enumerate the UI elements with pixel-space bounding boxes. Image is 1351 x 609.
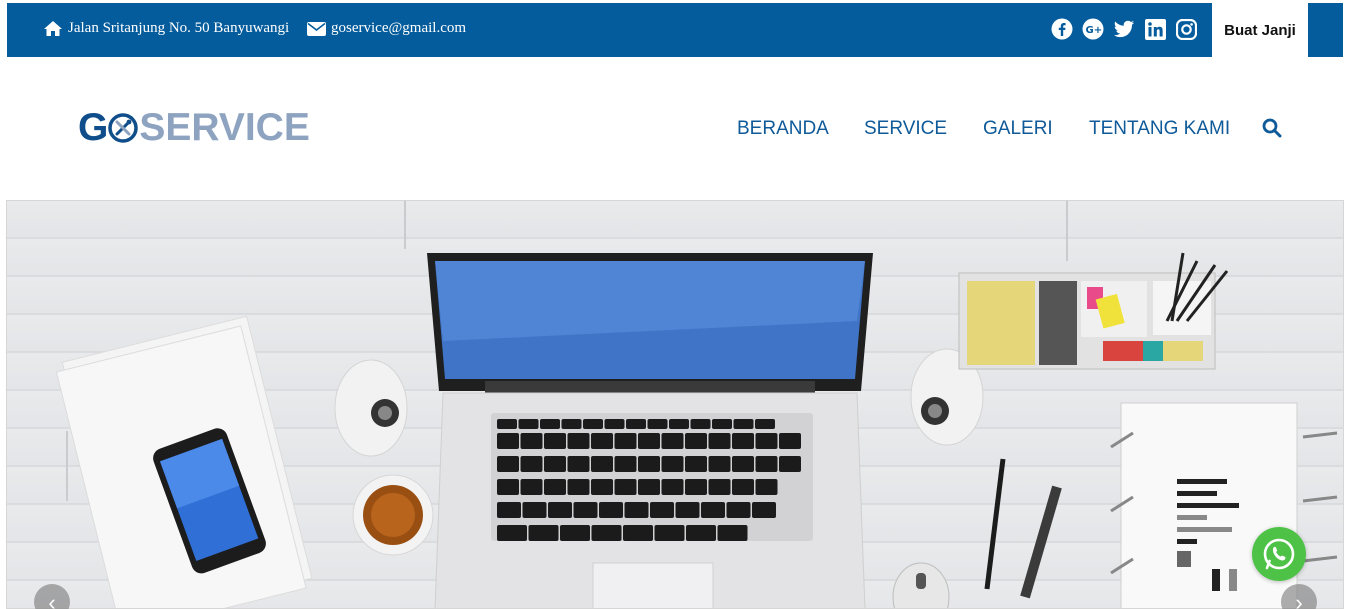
address-text: Jalan Sritanjung No. 50 Banyuwangi — [68, 20, 290, 36]
keyboard-key — [573, 502, 598, 518]
keyboard-key — [732, 456, 754, 472]
keyboard-key — [583, 419, 603, 429]
logo-letter-g: G — [78, 106, 108, 149]
whatsapp-icon — [1263, 538, 1295, 570]
keyboard-key — [497, 479, 519, 495]
keyboard-key — [675, 502, 700, 518]
whatsapp-chat-button[interactable] — [1252, 527, 1306, 581]
address-info: Jalan Sritanjung No. 50 Banyuwangi — [43, 20, 289, 37]
keyboard-key — [567, 479, 590, 495]
keyboard-key — [528, 525, 559, 541]
keyboard-key — [733, 419, 754, 429]
envelope-icon — [307, 21, 326, 36]
logo-text: SERVICE — [139, 106, 310, 149]
keyboard-key — [544, 433, 566, 449]
nav-item-galeri[interactable]: GALERI — [983, 118, 1053, 140]
keyboard-key — [497, 419, 517, 429]
keyboard-key — [669, 419, 689, 429]
keyboard-key — [591, 479, 613, 495]
nav-item-service[interactable]: SERVICE — [864, 118, 947, 140]
keyboard-key — [591, 456, 613, 472]
keyboard-key — [685, 456, 707, 472]
keyboard-key — [624, 502, 649, 518]
keyboard-key — [567, 456, 590, 472]
keyboard-key — [638, 456, 660, 472]
keyboard-key — [520, 433, 543, 449]
keyboard-key — [755, 456, 778, 472]
keyboard-key — [614, 479, 637, 495]
keyboard-key — [623, 525, 653, 541]
keyboard-key — [685, 479, 707, 495]
keyboard-key — [708, 433, 731, 449]
keyboard-key — [701, 502, 725, 518]
keyboard-key — [779, 433, 801, 449]
keyboard-key — [708, 479, 731, 495]
facebook-icon[interactable] — [1051, 18, 1073, 40]
keyboard-key — [717, 525, 748, 541]
keyboard-key — [661, 433, 684, 449]
keyboard-key — [604, 419, 625, 429]
keyboard-key — [591, 433, 613, 449]
nav-item-tentang-kami[interactable]: TENTANG KAMI — [1089, 118, 1230, 140]
keyboard-key — [522, 502, 547, 518]
top-bar: Jalan Sritanjung No. 50 Banyuwangi goser… — [7, 3, 1343, 57]
wrench-screwdriver-logo-icon — [108, 113, 139, 143]
keyboard-key — [497, 502, 521, 518]
keyboard-key — [544, 456, 566, 472]
keyboard-key — [638, 479, 660, 495]
keyboard-key — [755, 479, 778, 495]
keyboard-key — [518, 419, 539, 429]
keyboard-key — [647, 419, 668, 429]
search-icon[interactable] — [1262, 118, 1282, 138]
keyboard-key — [752, 502, 776, 518]
instagram-icon[interactable] — [1175, 18, 1197, 40]
keyboard-key — [497, 456, 519, 472]
keyboard-key — [497, 433, 519, 449]
keyboard-key — [661, 456, 684, 472]
keyboard-key — [520, 456, 543, 472]
keyboard-key — [540, 419, 560, 429]
social-links: G+ — [1051, 18, 1197, 40]
keyboard-key — [732, 479, 754, 495]
keyboard-key — [599, 502, 623, 518]
keyboard-key — [732, 433, 754, 449]
keyboard-key — [650, 502, 674, 518]
keyboard-key — [626, 419, 646, 429]
keyboard-key — [614, 456, 637, 472]
hero-image — [55, 201, 1338, 608]
keyboard-key — [712, 419, 732, 429]
keyboard-key — [638, 433, 660, 449]
keyboard-key — [497, 525, 527, 541]
keyboard-key — [591, 525, 622, 541]
keyboard-key — [690, 419, 711, 429]
make-appointment-button[interactable]: Buat Janji — [1212, 3, 1308, 57]
keyboard-key — [614, 433, 637, 449]
keyboard-key — [561, 419, 582, 429]
keyboard-key — [544, 479, 566, 495]
nav-item-beranda[interactable]: BERANDA — [737, 118, 829, 140]
keyboard-key — [708, 456, 731, 472]
linkedin-icon[interactable] — [1144, 18, 1166, 40]
keyboard-key — [686, 525, 716, 541]
svg-text:G+: G+ — [1086, 25, 1103, 36]
home-icon — [44, 21, 62, 36]
keyboard-key — [520, 479, 543, 495]
keyboard-key — [560, 525, 590, 541]
keyboard-key — [726, 502, 751, 518]
keyboard-key — [755, 419, 775, 429]
email-text[interactable]: goservice@gmail.com — [331, 20, 466, 37]
keyboard-key — [661, 479, 684, 495]
keyboard-key — [567, 433, 590, 449]
site-logo[interactable]: G SERVICE — [78, 106, 310, 149]
google-plus-icon[interactable]: G+ — [1082, 18, 1104, 40]
keyboard-key — [779, 456, 801, 472]
keyboard-key — [685, 433, 707, 449]
keyboard-key — [755, 433, 778, 449]
email-info[interactable]: goservice@gmail.com — [307, 20, 466, 37]
hero-carousel — [6, 200, 1344, 609]
keyboard-key — [548, 502, 572, 518]
keyboard-key — [654, 525, 685, 541]
twitter-icon[interactable] — [1113, 18, 1135, 40]
